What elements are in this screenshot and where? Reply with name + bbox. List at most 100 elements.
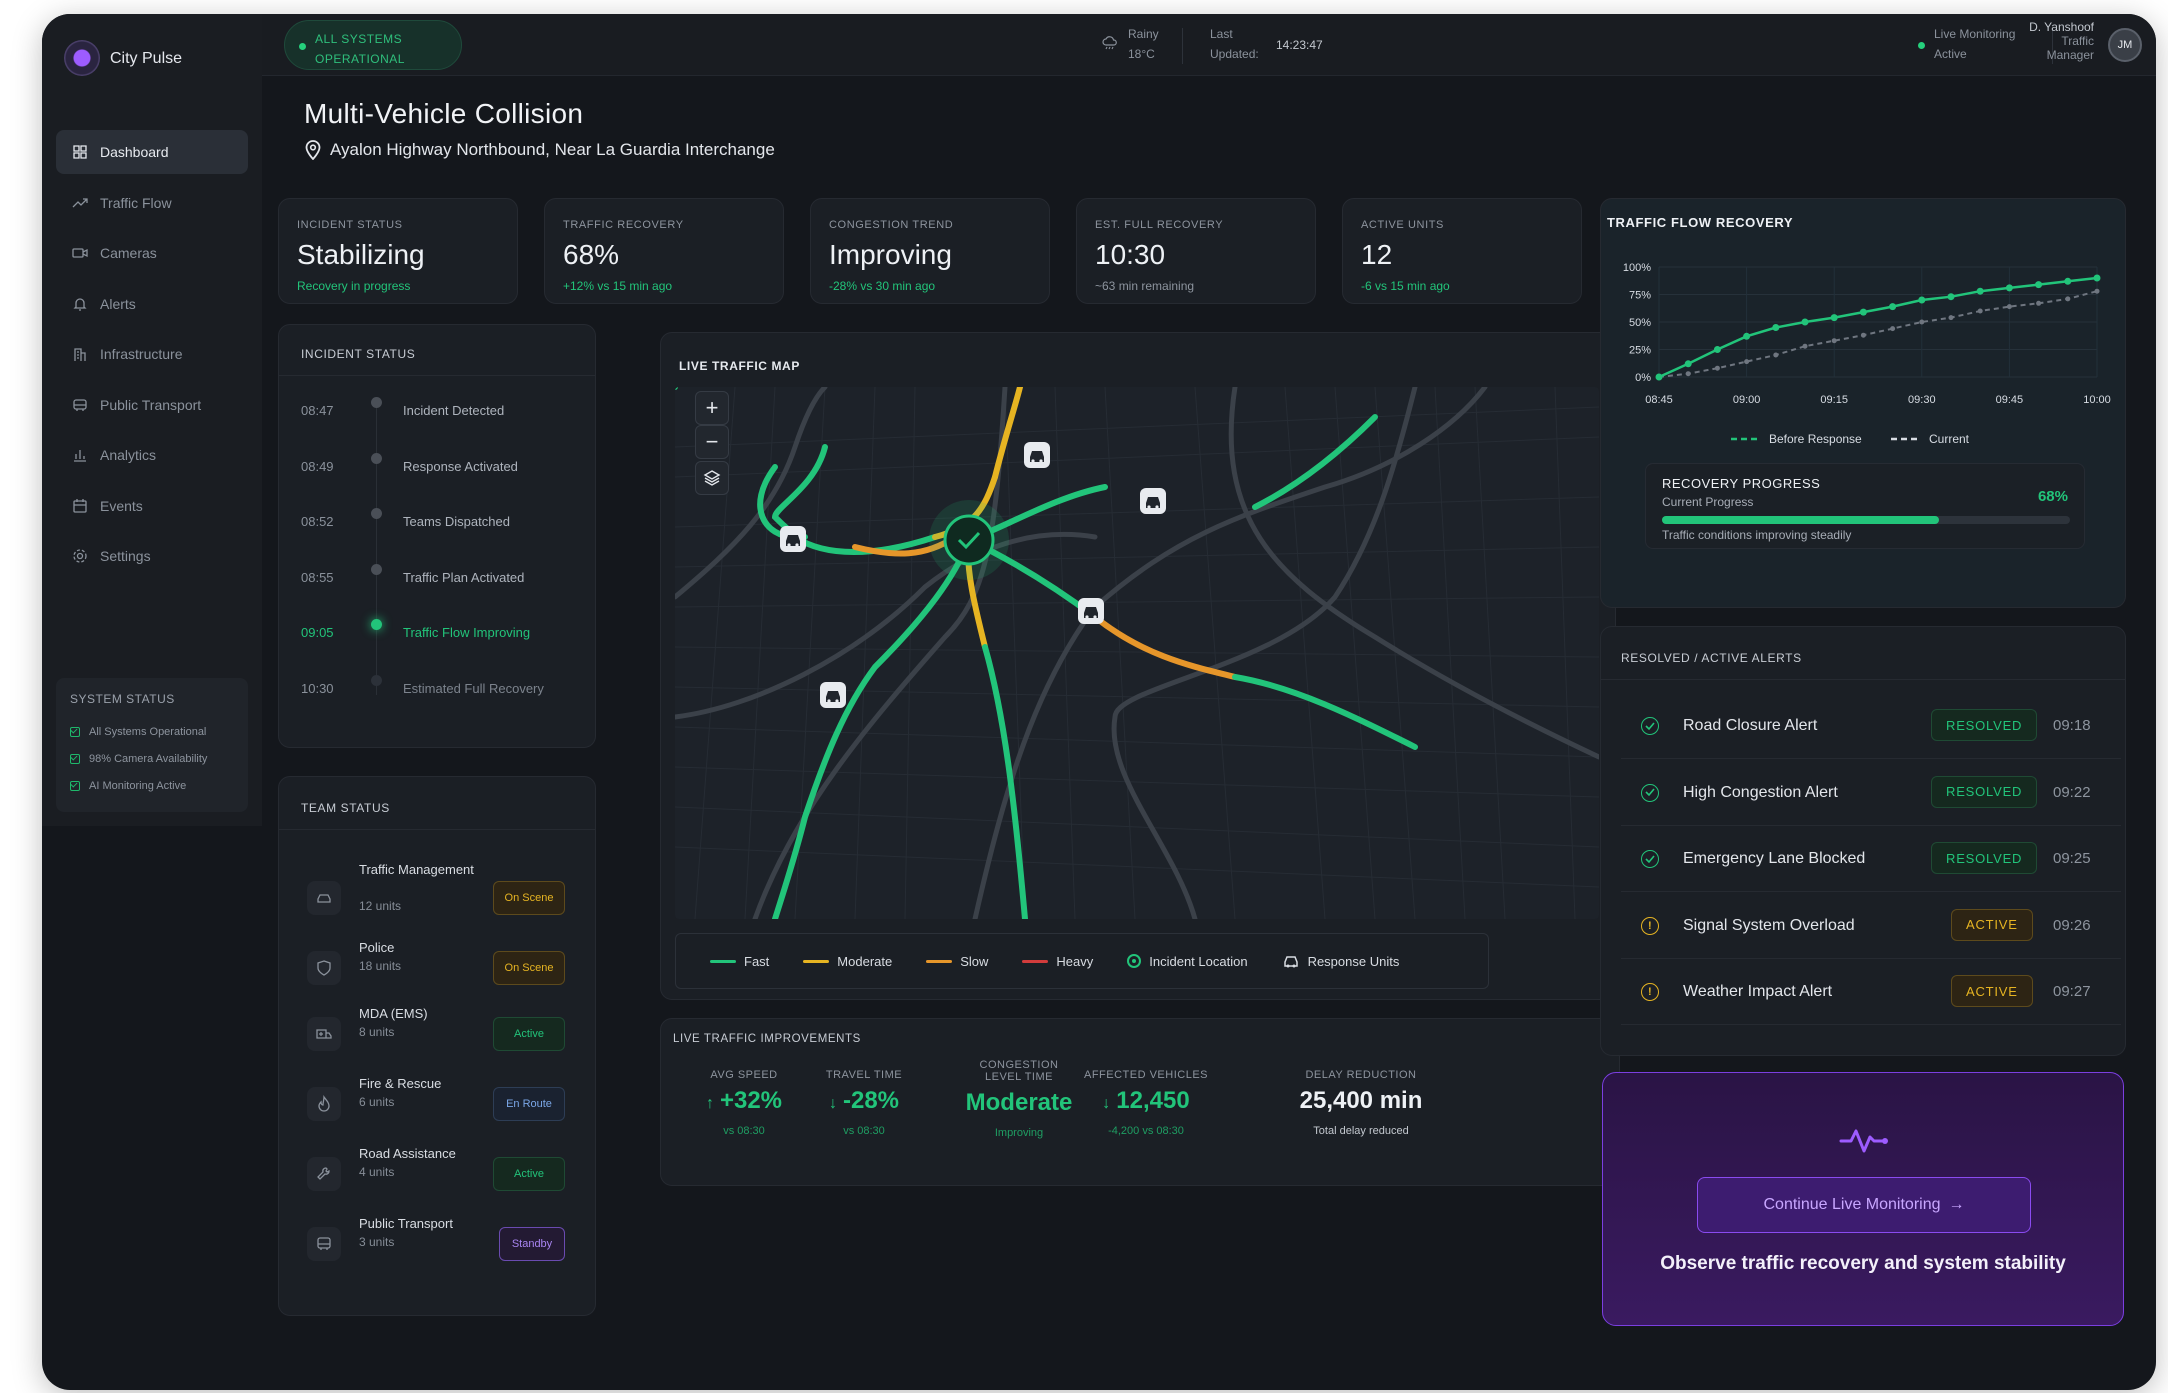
recovery-progress-box: RECOVERY PROGRESS Current Progress 68% T… — [1645, 463, 2085, 549]
team-status-badge: Active — [493, 1157, 565, 1191]
response-unit-icon[interactable] — [1140, 488, 1166, 514]
sidebar-item-traffic-flow[interactable]: Traffic Flow — [56, 181, 248, 225]
continue-monitoring-button[interactable]: Continue Live Monitoring → — [1697, 1177, 2031, 1233]
sidebar-item-label: Analytics — [100, 447, 157, 463]
data-point — [2093, 274, 2101, 282]
data-point — [1860, 332, 1866, 338]
alert-row[interactable]: Road Closure Alert RESOLVED 09:18 — [1621, 693, 2121, 759]
traffic-road-segment — [1232, 674, 1418, 750]
response-unit-icon[interactable] — [1024, 442, 1050, 468]
y-tick-label: 25% — [1629, 345, 1651, 357]
timeline-label: Response Activated — [403, 458, 518, 474]
arrow-icon: ↑ — [705, 1095, 714, 1112]
sidebar-item-settings[interactable]: Settings — [56, 534, 248, 578]
metric-label: DELAY REDUCTION — [1305, 1069, 1417, 1081]
sidebar-item-label: Alerts — [100, 295, 136, 312]
sidebar-item-dashboard[interactable]: Dashboard — [56, 130, 248, 174]
system-status-row: All Systems Operational — [70, 718, 234, 745]
sidebar-item-alerts[interactable]: Alerts — [56, 282, 248, 326]
team-name: MDA (EMS) — [359, 1006, 428, 1021]
team-units: 6 units — [359, 1095, 395, 1109]
camera-icon — [72, 245, 88, 261]
incident-dot-icon — [1127, 954, 1142, 968]
metric-subtext: vs 08:30 — [843, 1125, 885, 1137]
live-line2: Active — [1934, 47, 1967, 61]
system-status-pill[interactable]: ALL SYSTEMS OPERATIONAL — [284, 20, 462, 70]
kpi-value: 10:30 — [1095, 239, 1166, 270]
alert-row[interactable]: Emergency Lane Blocked RESOLVED 09:25 — [1621, 826, 2121, 892]
legend-fast: Fast — [710, 954, 769, 969]
sidebar-item-analytics[interactable]: Analytics — [56, 433, 248, 477]
alert-status-badge: ACTIVE — [1951, 908, 2033, 941]
kpi-label: ACTIVE UNITS — [1361, 219, 1444, 231]
data-point — [2064, 277, 2072, 285]
data-point — [2036, 300, 2042, 306]
flame-icon — [307, 1087, 341, 1121]
team-status-badge: En Route — [493, 1087, 565, 1121]
traffic-map[interactable]: + − — [675, 387, 1599, 919]
map-canvas — [675, 387, 1599, 919]
pulse-icon — [1839, 1129, 1888, 1153]
page-title: Multi-Vehicle Collision — [304, 98, 584, 129]
user-info[interactable]: D. Yanshoof Traffic Manager — [2029, 20, 2094, 62]
system-status-row: AI Monitoring Active — [70, 772, 234, 799]
response-unit-icon[interactable] — [820, 682, 846, 708]
data-point — [1773, 352, 1779, 358]
timeline-label: Incident Detected — [403, 403, 505, 418]
alerts-title: RESOLVED / ACTIVE ALERTS — [1621, 651, 1802, 665]
alert-status-badge: RESOLVED — [1931, 842, 2038, 874]
y-tick-label: 50% — [1629, 317, 1651, 329]
sidebar-item-cameras[interactable]: Cameras — [56, 231, 248, 275]
kpi-value: Stabilizing — [297, 239, 425, 270]
data-point — [1919, 319, 1925, 325]
alert-row[interactable]: ! Signal System Overload ACTIVE 09:26 — [1621, 893, 2121, 959]
live-monitoring-status: Live Monitoring Active — [1934, 24, 2015, 64]
alert-row[interactable]: High Congestion Alert RESOLVED 09:22 — [1621, 760, 2121, 826]
data-point — [1684, 360, 1692, 368]
progress-track — [1662, 516, 2070, 524]
kpi-value: Improving — [829, 239, 952, 270]
team-name: Traffic Management — [359, 862, 474, 877]
team-units: 4 units — [359, 1165, 395, 1179]
metric-label: AFFECTED VEHICLES — [1083, 1069, 1209, 1081]
response-unit-icon[interactable] — [1078, 598, 1104, 624]
chart-title: TRAFFIC FLOW RECOVERY — [1607, 215, 1794, 230]
metric-value: ↓ 12,450 — [1102, 1087, 1190, 1114]
zoom-in-button[interactable]: + — [695, 391, 729, 425]
legend-label: Before Response — [1769, 432, 1862, 446]
check-circle-icon — [1641, 850, 1659, 868]
improvement-metric: TRAVEL TIME ↓ -28% vs 08:30 — [789, 1069, 939, 1137]
data-point — [2006, 304, 2012, 310]
alert-status-badge: ACTIVE — [1951, 975, 2033, 1007]
sidebar-item-infrastructure[interactable]: Infrastructure — [56, 332, 248, 376]
brand-name: City Pulse — [110, 50, 183, 67]
x-tick-label: 09:15 — [1820, 394, 1848, 406]
system-status-row: 98% Camera Availability — [70, 745, 234, 772]
shield-icon — [307, 951, 341, 985]
response-unit-icon[interactable] — [780, 526, 806, 552]
x-tick-label: 10:00 — [2083, 394, 2111, 406]
user-role-line2: Manager — [2046, 48, 2094, 62]
avatar[interactable]: JM — [2108, 28, 2142, 62]
improvement-metric: DELAY REDUCTION 25,400 min Total delay red… — [1261, 1069, 1461, 1137]
status-dot-icon — [299, 43, 306, 50]
improvements-title: LIVE TRAFFIC IMPROVEMENTS — [673, 1033, 861, 1045]
system-status-text: All Systems Operational — [89, 725, 207, 738]
cta-panel: Continue Live Monitoring → Observe traff… — [1602, 1072, 2124, 1326]
data-point — [2065, 296, 2071, 302]
alert-row[interactable]: ! Weather Impact Alert ACTIVE 09:27 — [1621, 959, 2121, 1025]
sidebar-item-events[interactable]: Events — [56, 484, 248, 528]
layers-button[interactable] — [695, 461, 729, 495]
y-tick-label: 0% — [1635, 372, 1651, 384]
x-tick-label: 08:45 — [1645, 394, 1673, 406]
data-point — [1859, 308, 1867, 316]
map-legend: Fast Moderate Slow Heavy Incident Locati… — [675, 933, 1489, 989]
alert-status-badge: RESOLVED — [1931, 709, 2038, 741]
sidebar-item-public-transport[interactable]: Public Transport — [56, 383, 248, 427]
data-point — [1744, 359, 1750, 365]
zoom-out-button[interactable]: − — [695, 425, 729, 459]
system-status-text: AI Monitoring Active — [89, 779, 187, 792]
progress-fill — [1662, 516, 1940, 524]
arrow-icon: ↓ — [1102, 1095, 1111, 1112]
alert-time: 09:27 — [2053, 983, 2091, 1000]
